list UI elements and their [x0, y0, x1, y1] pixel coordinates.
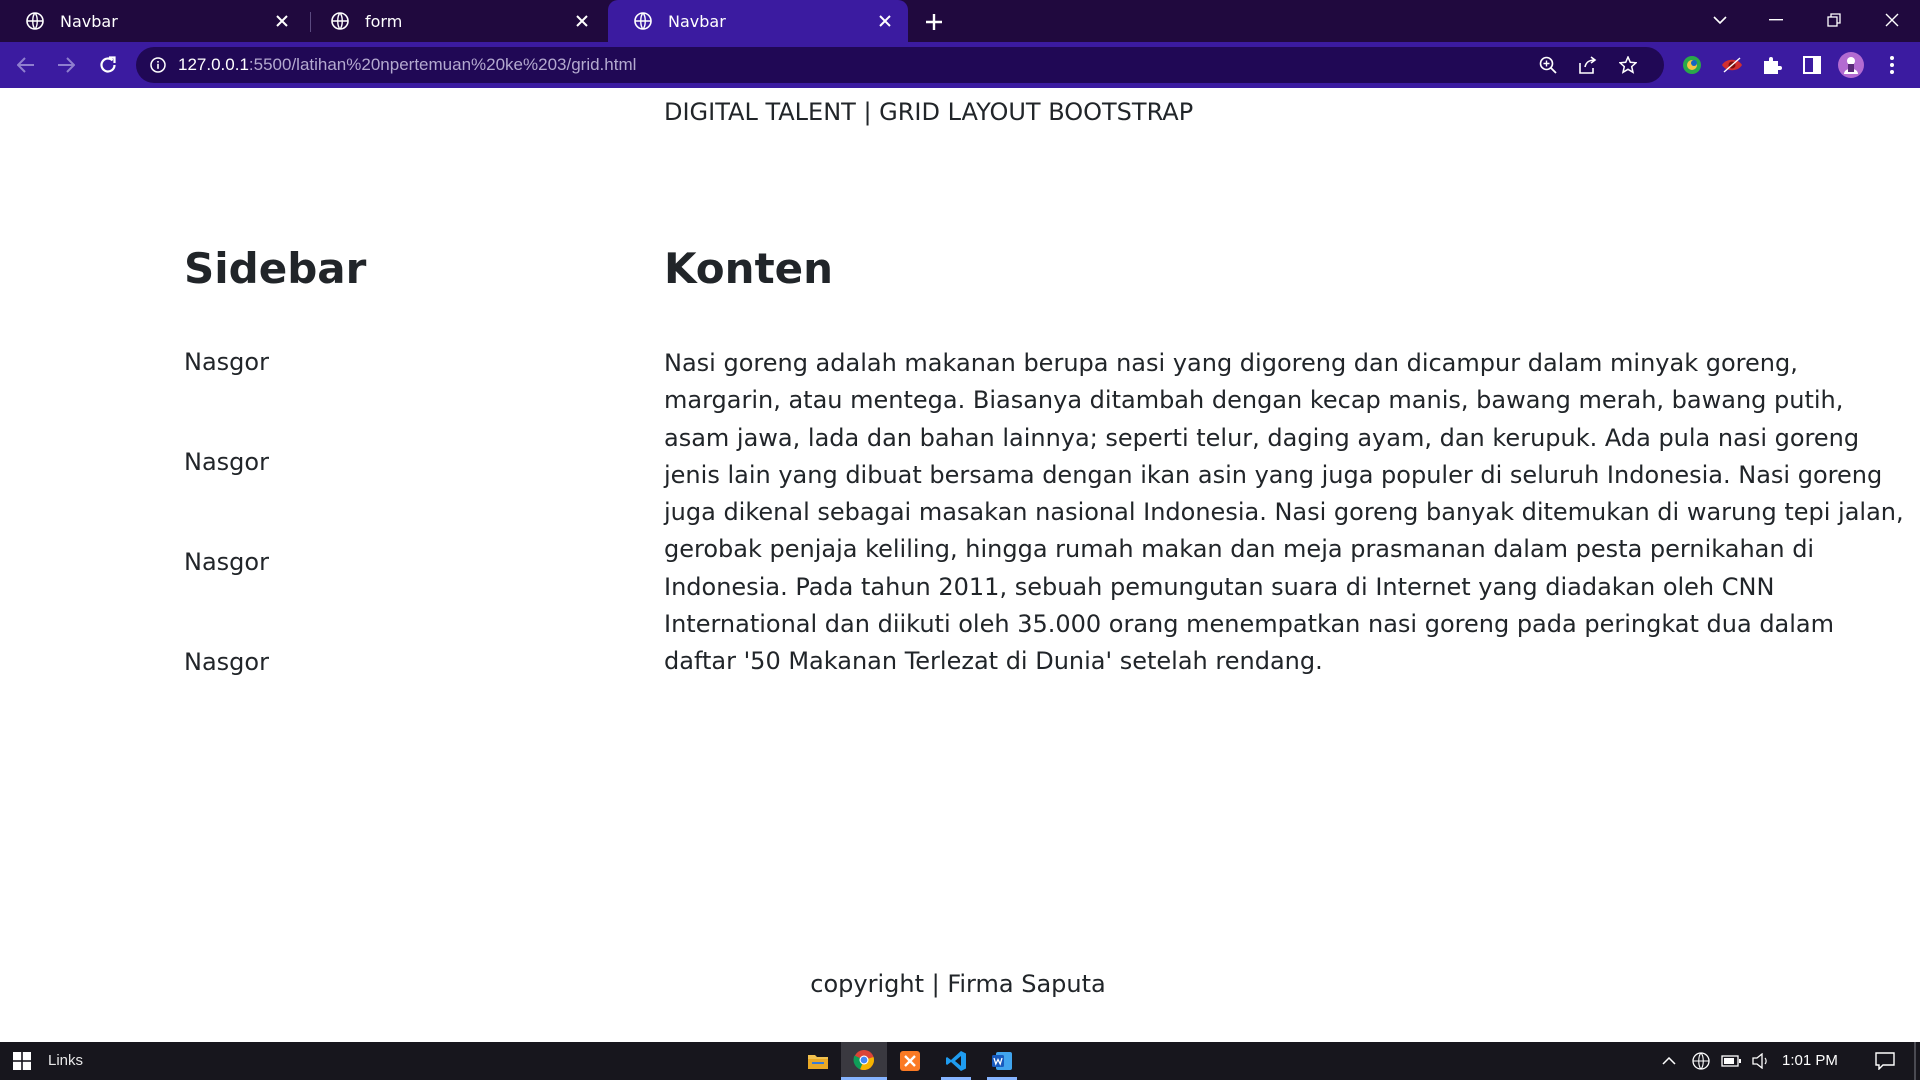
xampp-icon[interactable]	[887, 1042, 933, 1080]
tab-navbar-active[interactable]: Navbar	[608, 0, 908, 42]
bookmark-star-icon[interactable]	[1616, 53, 1640, 77]
forward-button[interactable]	[50, 49, 82, 81]
sidebar-item: Nasgor	[184, 648, 269, 676]
sidebar-item: Nasgor	[184, 548, 269, 576]
close-window-button[interactable]	[1864, 0, 1920, 40]
site-info-icon[interactable]	[148, 55, 168, 75]
tab-title: form	[365, 11, 403, 31]
zoom-icon[interactable]	[1536, 53, 1560, 77]
new-tab-button[interactable]	[918, 6, 950, 38]
page-viewport: DIGITAL TALENT | GRID LAYOUT BOOTSTRAP S…	[0, 88, 1920, 1042]
color-extension-icon[interactable]	[1676, 49, 1708, 81]
content-paragraph: Nasi goreng adalah makanan berupa nasi y…	[664, 349, 1904, 676]
windows-start-button[interactable]	[0, 1042, 44, 1080]
tab-form[interactable]: form	[305, 0, 605, 42]
browser-menu-icon[interactable]	[1876, 49, 1908, 81]
tab-strip: Navbar form Navbar	[0, 0, 1920, 42]
notification-center-icon[interactable]	[1862, 1042, 1908, 1080]
word-icon[interactable]	[979, 1042, 1025, 1080]
tab-title: Navbar	[668, 11, 726, 31]
volume-icon[interactable]	[1748, 1042, 1774, 1080]
eye-extension-icon[interactable]	[1716, 49, 1748, 81]
address-bar[interactable]: 127.0.0.1:5500/latihan%20npertemuan%20ke…	[136, 47, 1664, 83]
windows-taskbar: Links 1:01 PM	[0, 1042, 1920, 1080]
browser-toolbar: 127.0.0.1:5500/latihan%20npertemuan%20ke…	[0, 42, 1920, 88]
close-tab-icon[interactable]	[870, 6, 900, 36]
restore-button[interactable]	[1806, 0, 1862, 40]
extensions-puzzle-icon[interactable]	[1756, 49, 1788, 81]
back-button[interactable]	[10, 49, 42, 81]
url-path: :5500/latihan%20npertemuan%20ke%203/grid…	[248, 55, 637, 74]
sidebar-item: Nasgor	[184, 448, 269, 476]
url-text[interactable]: 127.0.0.1:5500/latihan%20npertemuan%20ke…	[178, 55, 636, 75]
footer-copyright: copyright | Firma Saputa	[810, 970, 1106, 998]
side-panel-icon[interactable]	[1796, 49, 1828, 81]
system-clock[interactable]: 1:01 PM	[1782, 1052, 1838, 1069]
battery-icon[interactable]	[1718, 1042, 1744, 1080]
sidebar-heading: Sidebar	[184, 244, 367, 293]
file-explorer-icon[interactable]	[795, 1042, 841, 1080]
globe-icon	[329, 10, 351, 32]
sidebar-item: Nasgor	[184, 348, 269, 376]
close-tab-icon[interactable]	[267, 6, 297, 36]
tab-title: Navbar	[60, 11, 118, 31]
share-icon[interactable]	[1576, 53, 1600, 77]
chrome-icon[interactable]	[841, 1042, 887, 1080]
links-toolbar[interactable]: Links	[48, 1052, 83, 1069]
reload-button[interactable]	[92, 49, 124, 81]
vscode-icon[interactable]	[933, 1042, 979, 1080]
globe-icon	[24, 10, 46, 32]
show-desktop-button[interactable]	[1914, 1042, 1916, 1080]
network-globe-icon[interactable]	[1688, 1042, 1714, 1080]
url-host: 127.0.0.1	[178, 55, 249, 74]
close-tab-icon[interactable]	[567, 6, 597, 36]
tray-chevron-up-icon[interactable]	[1656, 1042, 1682, 1080]
profile-avatar[interactable]	[1838, 52, 1864, 78]
globe-icon	[632, 10, 654, 32]
tab-navbar-1[interactable]: Navbar	[0, 0, 305, 42]
navbar-brand[interactable]: DIGITAL TALENT | GRID LAYOUT BOOTSTRAP	[664, 96, 1193, 128]
minimize-button[interactable]	[1748, 0, 1804, 40]
tab-search-button[interactable]	[1700, 4, 1740, 36]
content-heading: Konten	[664, 244, 834, 293]
